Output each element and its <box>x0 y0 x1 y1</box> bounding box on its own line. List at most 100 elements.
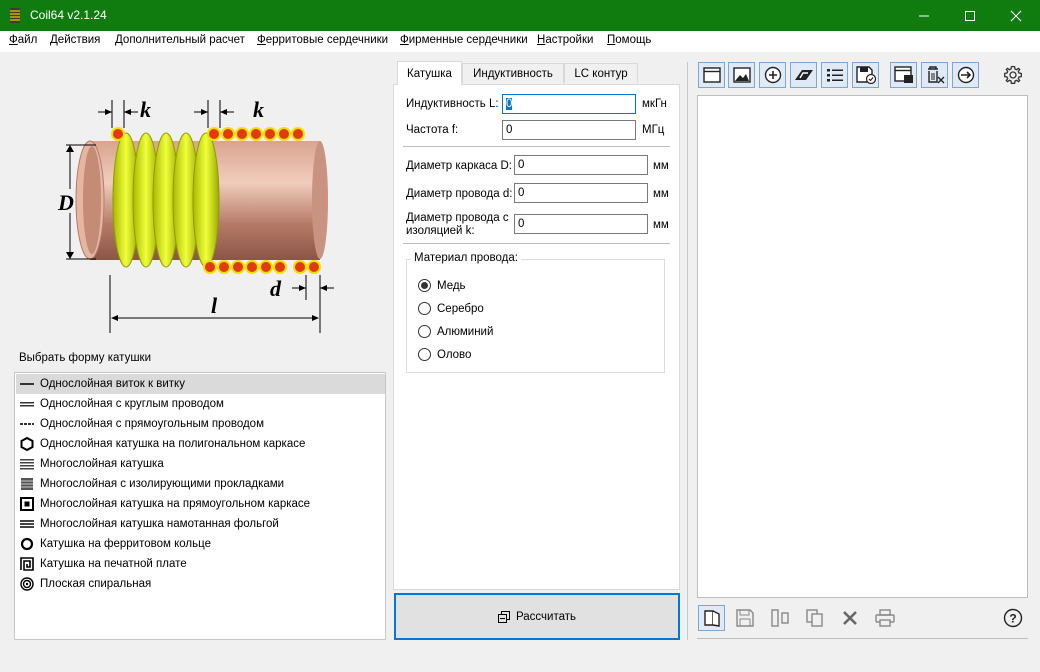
list-button[interactable] <box>821 62 848 88</box>
single-layer-round-wire-icon <box>20 397 34 411</box>
help-button[interactable]: ? <box>999 605 1026 631</box>
flat-spiral-icon <box>20 577 34 591</box>
list-item[interactable]: Однослойная катушка на полигональном кар… <box>16 434 385 454</box>
svg-text:?: ? <box>1009 612 1016 626</box>
delete-list-button[interactable] <box>921 62 948 88</box>
dim-label-l: l <box>211 293 218 318</box>
image-icon <box>732 67 751 83</box>
wire-diameter-ins-label-line2: изоляцией k: <box>406 225 475 237</box>
frequency-unit: МГц <box>642 124 665 136</box>
add-button[interactable] <box>759 62 786 88</box>
multilayer-insulated-icon <box>20 477 34 491</box>
inductance-unit: мкГн <box>642 98 667 110</box>
material-silver-radio[interactable] <box>418 302 431 315</box>
menu-file[interactable]: Файл <box>9 34 37 46</box>
list-item[interactable]: Плоская спиральная <box>16 574 385 594</box>
ring-icon <box>20 537 34 551</box>
window-save-icon <box>893 66 913 83</box>
gear-icon <box>1003 65 1022 84</box>
frequency-input[interactable]: 0 <box>502 120 636 140</box>
dim-label-D: D <box>57 190 74 215</box>
list-item[interactable]: Однослойная виток к витку <box>16 374 385 394</box>
open-book-icon <box>703 610 720 627</box>
separator <box>403 146 670 147</box>
settings-button[interactable] <box>999 62 1026 88</box>
list-item[interactable]: Многослойная катушка <box>16 454 385 474</box>
list-item[interactable]: Многослойная катушка намотанная фольгой <box>16 514 385 534</box>
list-item[interactable]: Однослойная с прямоугольным проводом <box>16 414 385 434</box>
calculate-button[interactable]: Рассчитать <box>394 593 680 640</box>
material-copper-label: Медь <box>437 280 466 292</box>
material-aluminum-label: Алюминий <box>437 326 494 338</box>
columns-icon <box>770 609 789 627</box>
image-button[interactable] <box>728 62 755 88</box>
former-diameter-label: Диаметр каркаса D: <box>406 160 512 172</box>
hexagon-icon <box>20 437 34 451</box>
former-diameter-input[interactable]: 0 <box>514 155 648 175</box>
save-results-button[interactable] <box>852 62 879 88</box>
list-item[interactable]: Многослойная с изолирующими прокладками <box>16 474 385 494</box>
former-diameter-unit: мм <box>653 160 669 172</box>
coil-diagram: k k D d l <box>57 97 334 333</box>
window-save-button[interactable] <box>890 62 917 88</box>
clear-button[interactable] <box>836 605 863 631</box>
arrow-circle-icon <box>957 66 974 84</box>
wire-diameter-input[interactable]: 0 <box>514 183 648 203</box>
new-window-button[interactable] <box>698 62 725 88</box>
list-item[interactable]: Многослойная катушка на прямоугольном ка… <box>16 494 385 514</box>
multilayer-icon <box>20 457 34 471</box>
material-aluminum-radio[interactable] <box>418 325 431 338</box>
wire-diameter-ins-label-line1: Диаметр провода с <box>406 212 509 224</box>
frequency-label: Частота f: <box>406 124 459 136</box>
panel-divider <box>687 62 688 640</box>
menu-help[interactable]: Помощь <box>607 34 651 46</box>
list-item[interactable]: Катушка на печатной плате <box>16 554 385 574</box>
save-icon <box>735 609 754 627</box>
wire-diameter-label: Диаметр провода d: <box>406 188 513 200</box>
menu-brand-cores[interactable]: Фирменные сердечники <box>400 34 528 46</box>
foil-icon <box>20 517 34 531</box>
delete-list-icon <box>927 66 944 84</box>
multilayer-rect-icon <box>20 497 34 511</box>
results-output[interactable] <box>697 95 1028 598</box>
maximize-button[interactable] <box>947 0 993 31</box>
list-item[interactable]: Однослойная с круглым проводом <box>16 394 385 414</box>
tab-inductance[interactable]: Индуктивность <box>462 63 564 83</box>
material-silver-label: Серебро <box>437 303 484 315</box>
print-button[interactable] <box>871 605 898 631</box>
close-button[interactable] <box>993 0 1039 31</box>
calculate-icon <box>497 610 510 623</box>
menu-bar: Файл Действия Дополнительный расчет Ферр… <box>0 31 1040 52</box>
material-tin-radio[interactable] <box>418 348 431 361</box>
wire-diameter-ins-input[interactable]: 0 <box>514 214 648 234</box>
scale-button[interactable] <box>790 62 817 88</box>
title-bar: Coil64 v2.1.24 <box>0 0 1040 31</box>
add-circle-icon <box>764 66 781 84</box>
save-button[interactable] <box>731 605 758 631</box>
list-icon <box>826 69 843 82</box>
material-copper-radio[interactable] <box>418 279 431 292</box>
copy-button[interactable] <box>801 605 828 631</box>
tab-coil[interactable]: Катушка <box>397 61 462 85</box>
menu-ferrite-cores[interactable]: Ферритовые сердечники <box>257 34 388 46</box>
close-icon <box>1010 10 1022 21</box>
clear-icon <box>842 611 857 625</box>
scale-icon <box>794 70 813 80</box>
columns-button[interactable] <box>766 605 793 631</box>
minimize-button[interactable] <box>901 0 947 31</box>
shape-list: Однослойная виток к витку Однослойная с … <box>14 372 386 640</box>
wire-diameter-unit: мм <box>653 188 669 200</box>
menu-additional[interactable]: Дополнительный расчет <box>115 34 245 46</box>
dim-label-k: k <box>140 97 151 122</box>
menu-settings[interactable]: Настройки <box>537 34 593 46</box>
inductance-input[interactable]: 0 <box>502 94 636 114</box>
next-button[interactable] <box>952 62 979 88</box>
bottom-separator <box>697 638 1028 639</box>
open-book-button[interactable] <box>698 605 725 631</box>
menu-actions[interactable]: Действия <box>50 34 100 46</box>
list-item[interactable]: Катушка на ферритовом кольце <box>16 534 385 554</box>
single-layer-close-icon <box>20 377 34 391</box>
save-check-icon <box>855 66 876 84</box>
tab-lc-circuit[interactable]: LC контур <box>564 63 638 83</box>
copy-icon <box>805 609 823 627</box>
